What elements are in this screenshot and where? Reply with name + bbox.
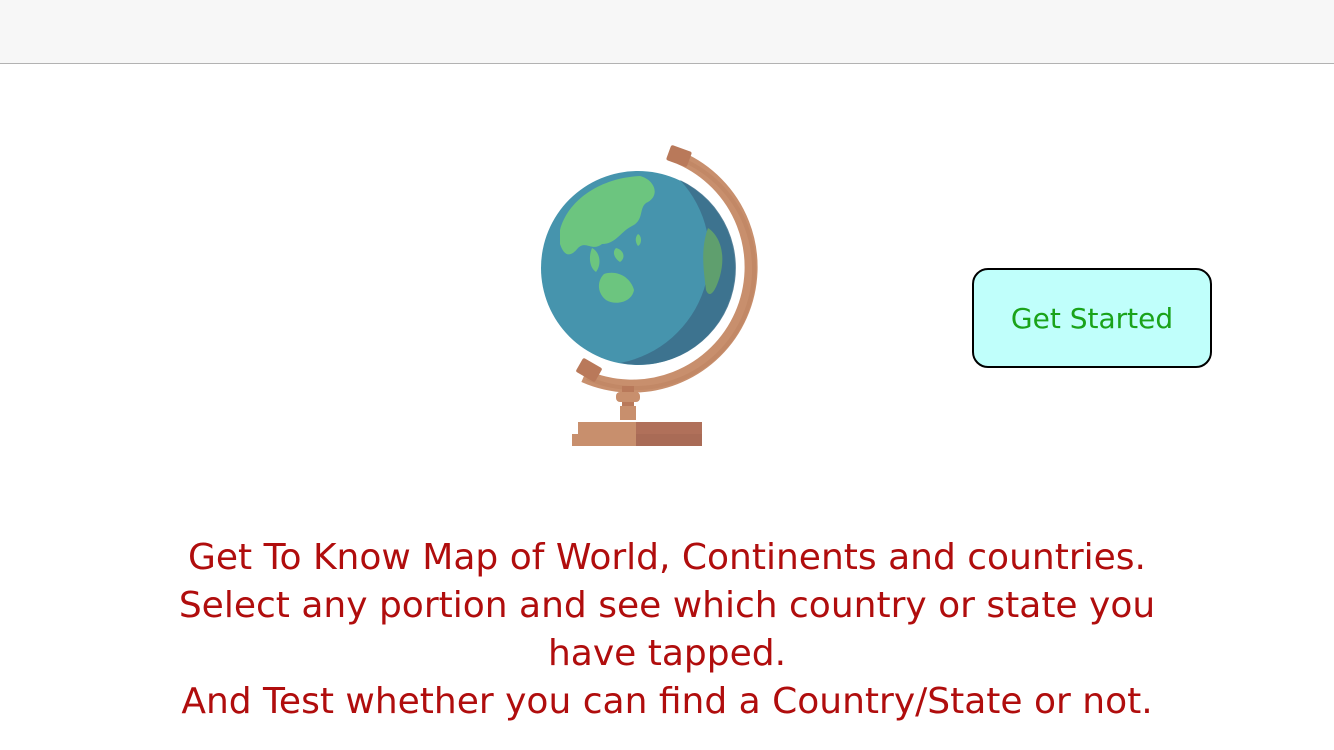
globe-icon: [520, 140, 780, 460]
get-started-button[interactable]: Get Started: [972, 268, 1212, 368]
description-line-2: Select any portion and see which country…: [178, 585, 1156, 626]
description-line-3: have tapped.: [547, 633, 787, 674]
app-description: Get To Know Map of World, Continents and…: [140, 534, 1194, 726]
description-line-4: And Test whether you can find a Country/…: [181, 681, 1153, 722]
navigation-bar: [0, 0, 1334, 64]
description-line-1: Get To Know Map of World, Continents and…: [188, 537, 1146, 578]
